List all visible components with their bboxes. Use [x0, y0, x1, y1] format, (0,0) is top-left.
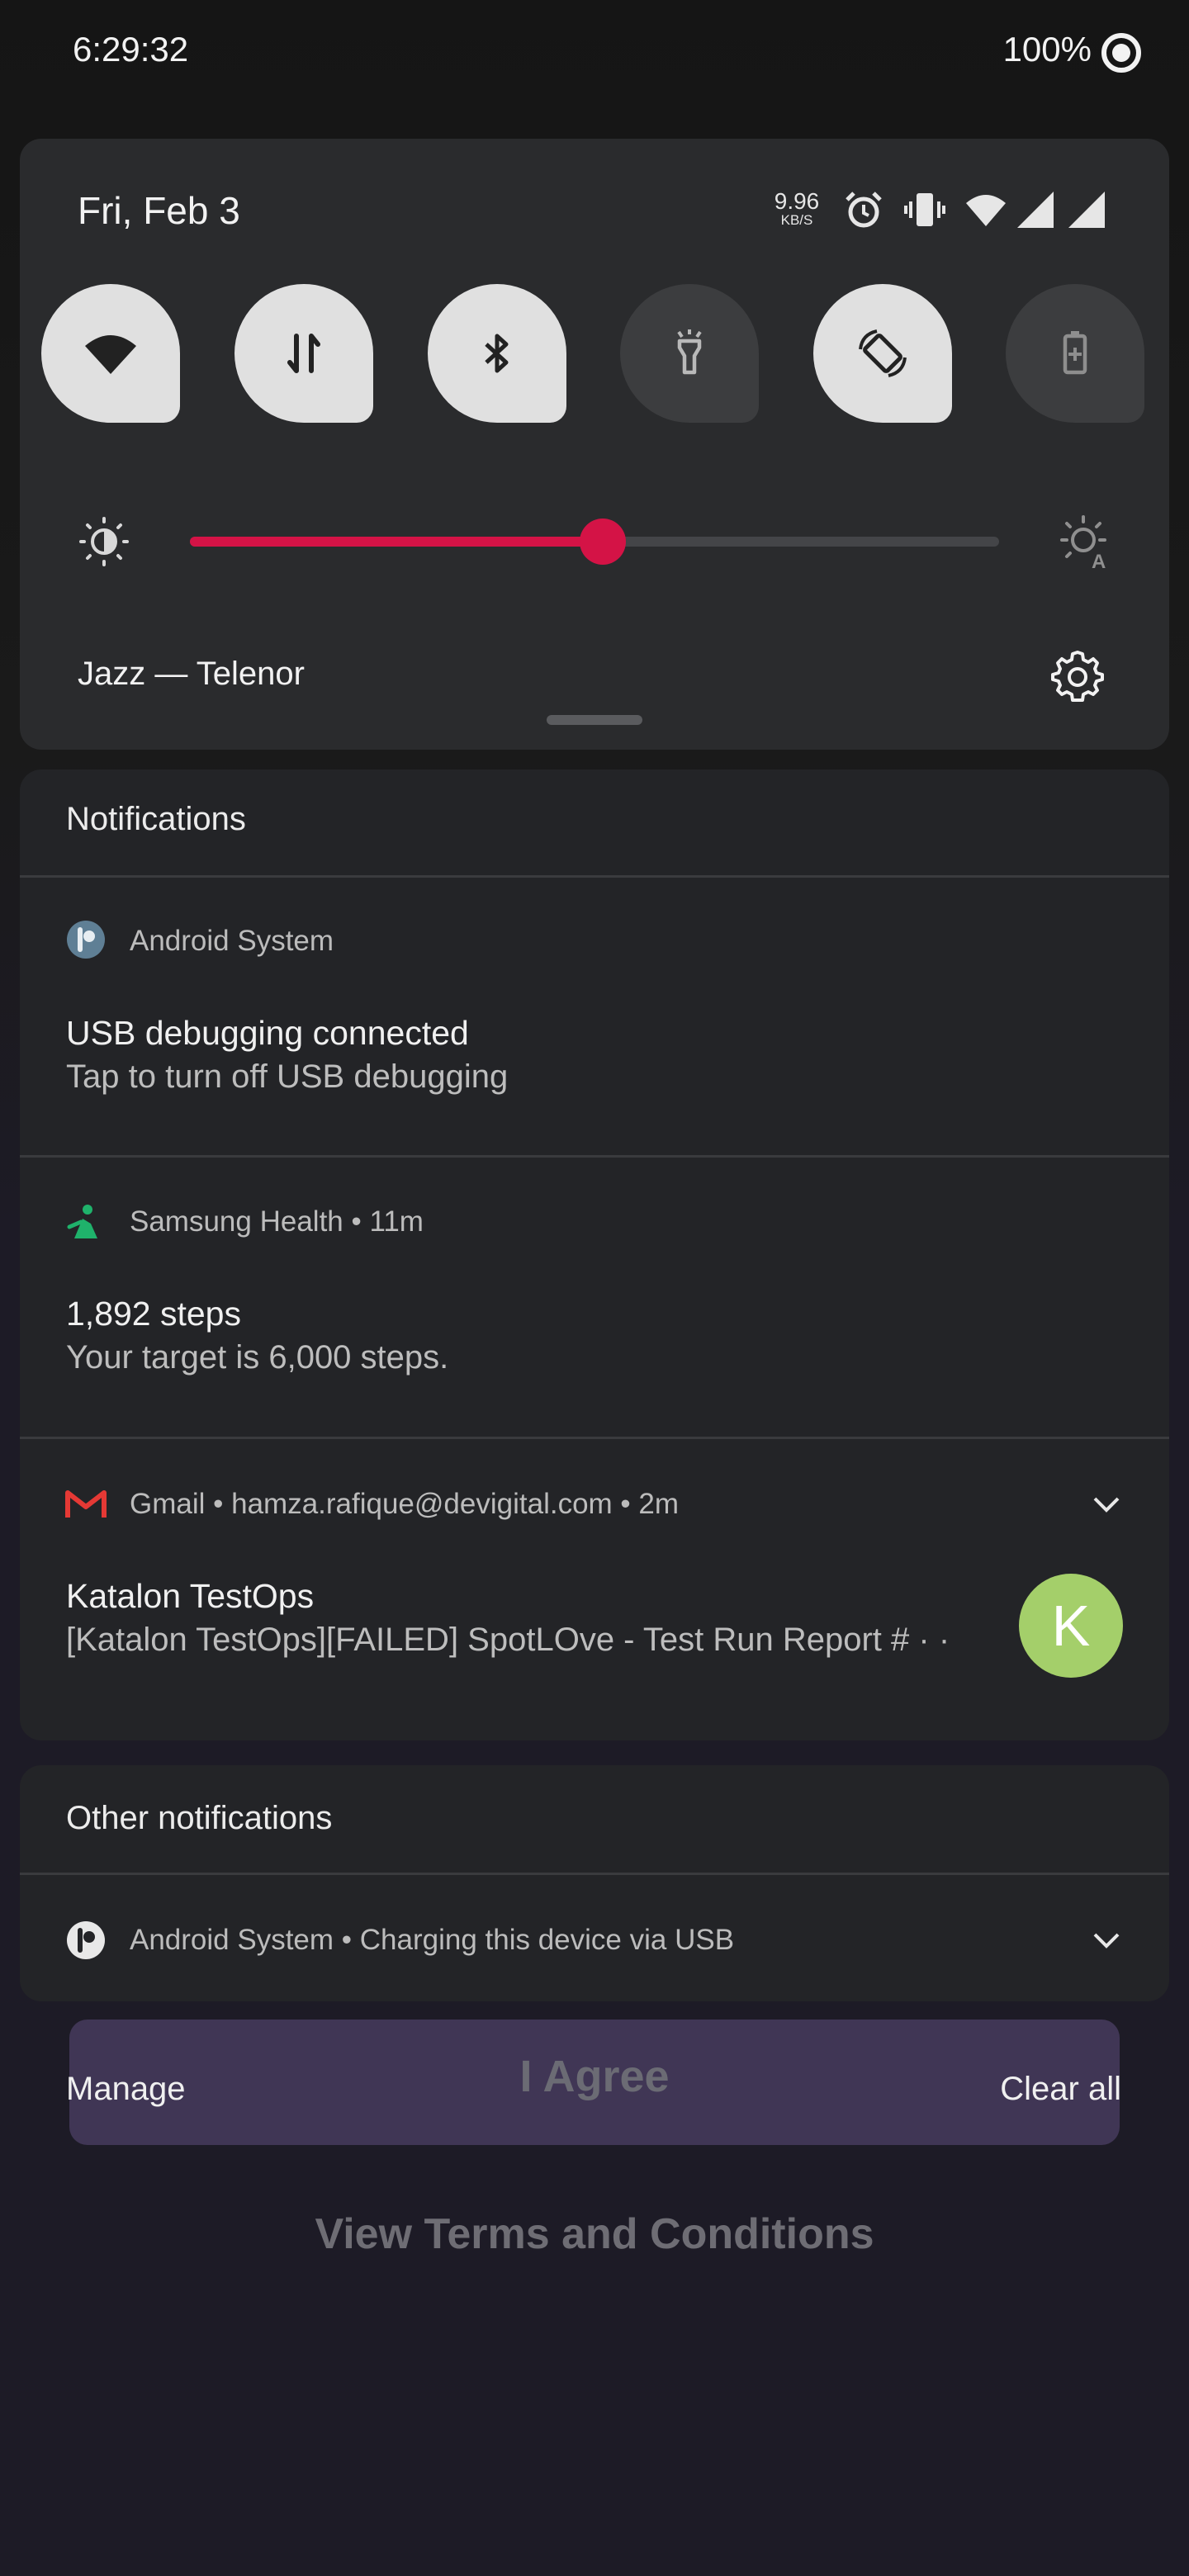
tile-wifi[interactable]	[41, 284, 180, 423]
qs-date: Fri, Feb 3	[78, 189, 240, 232]
agree-button-label: I Agree	[519, 2052, 670, 2101]
android-system-icon	[67, 921, 105, 959]
notification-title: Katalon TestOps	[66, 1577, 315, 1615]
samsung-health-icon	[67, 1205, 97, 1238]
notification-app-name: Gmail	[130, 1488, 206, 1520]
notification-text: Tap to turn off USB debugging	[66, 1058, 509, 1095]
cell-signal-icon	[1068, 192, 1105, 228]
sender-avatar: K	[1019, 1574, 1123, 1678]
notification-title: USB debugging connected	[66, 1014, 469, 1052]
wifi-icon	[85, 335, 136, 374]
battery-percentage: 100%	[1002, 30, 1092, 69]
notification-time: 2m	[638, 1488, 680, 1520]
chevron-down-icon[interactable]	[1088, 1486, 1125, 1522]
notification-meta: Android System • Charging this device vi…	[130, 1924, 735, 1956]
notification-app-name: Samsung Health	[130, 1205, 343, 1238]
brightness-slider-thumb[interactable]	[579, 519, 626, 565]
terms-link[interactable]: View Terms and Conditions	[0, 2209, 1189, 2259]
brightness-low-icon	[79, 517, 129, 566]
notification-meta: Samsung Health • 11m	[130, 1205, 424, 1238]
notification-app-name: Android System	[130, 925, 334, 957]
network-speed: 9.96 KB/S	[768, 188, 826, 228]
other-notifications-title: Other notifications	[66, 1800, 333, 1836]
manage-button[interactable]: Manage	[66, 2071, 186, 2108]
cell-signal-icon	[1017, 192, 1054, 228]
notification-title: 1,892 steps	[66, 1295, 241, 1333]
data-arrows-icon	[287, 334, 320, 373]
settings-gear-icon[interactable]	[1049, 647, 1106, 705]
battery-saver-icon	[1063, 331, 1087, 375]
notification-account: hamza.rafique@devigital.com	[231, 1488, 613, 1520]
android-system-icon	[67, 1921, 105, 1959]
flashlight-icon	[677, 329, 702, 375]
auto-brightness-icon[interactable]: A	[1054, 512, 1113, 571]
brightness-slider-fill	[190, 537, 603, 547]
notification-meta: Gmail • hamza.rafique@devigital.com • 2m	[130, 1488, 680, 1520]
bluetooth-icon	[485, 334, 509, 373]
gmail-icon	[65, 1490, 107, 1518]
drag-handle[interactable]	[547, 715, 642, 725]
clear-all-button[interactable]: Clear all	[1000, 2071, 1121, 2108]
battery-ring-icon	[1101, 33, 1141, 73]
wifi-icon	[966, 195, 1006, 226]
notification-text: [Katalon TestOps][FAILED] SpotLOve - Tes…	[66, 1622, 950, 1658]
notification-time: 11m	[369, 1205, 424, 1238]
chevron-down-icon[interactable]	[1088, 1922, 1125, 1958]
net-speed-value: 9.96	[774, 188, 820, 214]
tile-mobile-data[interactable]	[234, 284, 373, 423]
notification-text: Charging this device via USB	[359, 1924, 735, 1956]
tile-flashlight[interactable]	[620, 284, 759, 423]
carrier-name: Jazz — Telenor	[78, 656, 305, 692]
svg-text:A: A	[1092, 551, 1106, 571]
rotate-icon	[859, 329, 907, 377]
notifications-section-title: Notifications	[66, 801, 246, 837]
alarm-icon	[846, 192, 882, 228]
tile-battery-saver[interactable]	[1006, 284, 1144, 423]
notification-text: Your target is 6,000 steps.	[66, 1339, 449, 1376]
status-time: 6:29:32	[73, 30, 189, 69]
tile-bluetooth[interactable]	[428, 284, 566, 423]
net-speed-unit: KB/S	[780, 212, 813, 228]
vibrate-icon	[904, 193, 945, 226]
tile-auto-rotate[interactable]	[813, 284, 952, 423]
notification-app-name: Android System	[130, 1924, 334, 1956]
